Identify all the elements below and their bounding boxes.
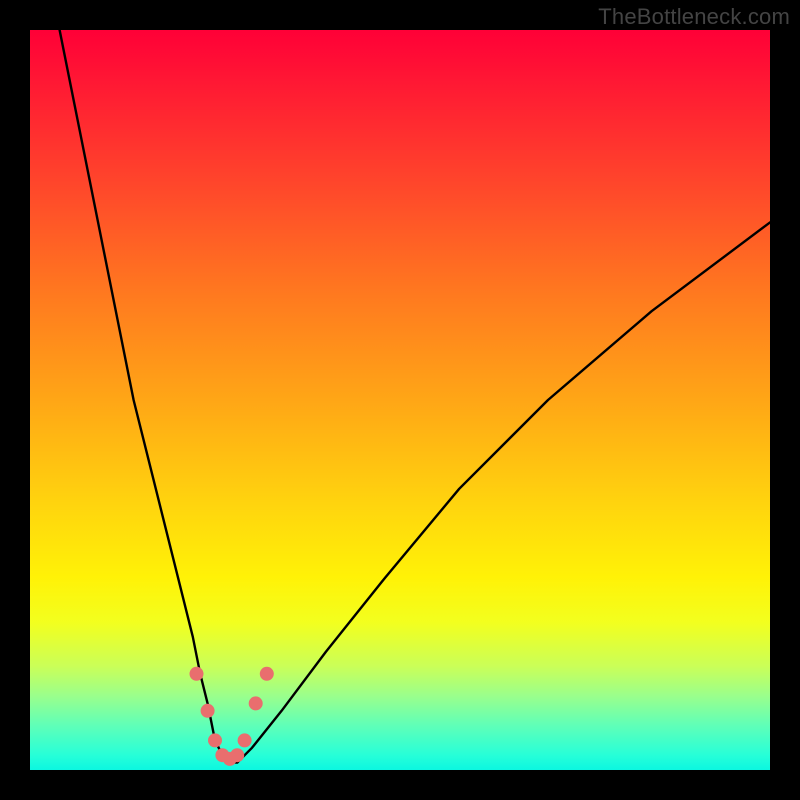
- watermark-text: TheBottleneck.com: [598, 4, 790, 30]
- curve-marker: [208, 733, 222, 747]
- curve-marker: [260, 667, 274, 681]
- curve-svg: [30, 30, 770, 770]
- curve-marker: [249, 696, 263, 710]
- curve-marker: [238, 733, 252, 747]
- curve-marker: [230, 748, 244, 762]
- chart-frame: TheBottleneck.com: [0, 0, 800, 800]
- plot-area: [30, 30, 770, 770]
- bottleneck-curve: [60, 30, 770, 763]
- curve-marker: [201, 704, 215, 718]
- curve-marker: [190, 667, 204, 681]
